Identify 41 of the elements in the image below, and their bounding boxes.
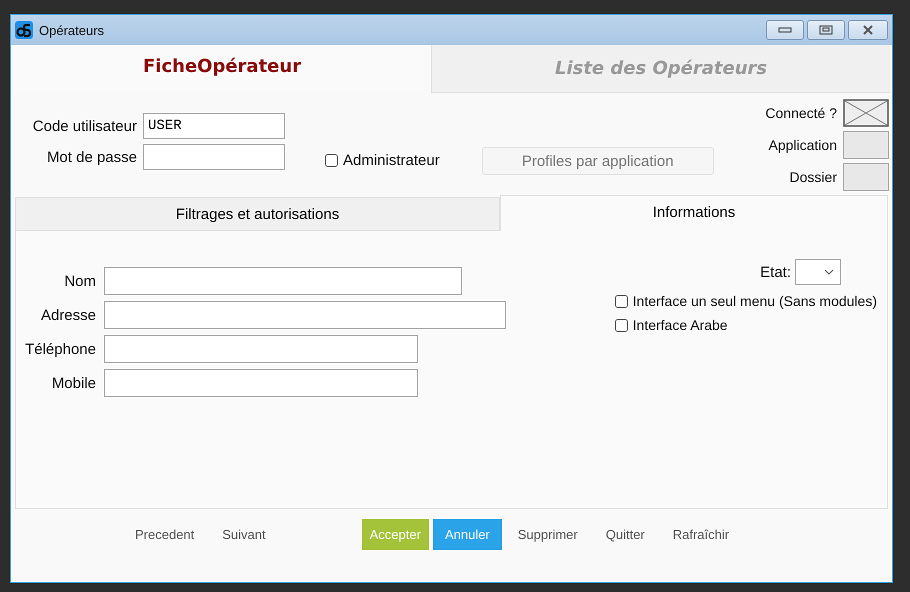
checkbox-label: Interface un seul menu (Sans modules) <box>632 293 877 309</box>
checkbox[interactable] <box>325 154 338 167</box>
input-field[interactable]: USER <box>143 113 285 139</box>
maximize-button[interactable] <box>807 20 845 40</box>
field-label: Adresse <box>40 306 96 324</box>
close-button[interactable] <box>848 20 888 40</box>
status-label: Connecté ? <box>765 105 837 121</box>
checkbox[interactable] <box>614 318 628 332</box>
minimize-icon <box>778 26 792 34</box>
chevron-down-icon <box>824 269 834 275</box>
input-field[interactable] <box>104 335 418 363</box>
field-label: Mobile <box>52 374 96 392</box>
maximize-icon <box>819 25 833 35</box>
link-button[interactable]: Rafraîchir <box>660 518 742 550</box>
field-label: Mot de passe <box>46 148 137 166</box>
tab[interactable]: Informations <box>500 195 888 231</box>
input-field[interactable] <box>104 267 462 295</box>
window-title: Opérateurs <box>39 22 104 38</box>
field-label: Etat: <box>760 264 791 280</box>
tab[interactable]: Filtrages et autorisations <box>15 197 500 231</box>
link-button[interactable]: Suivant <box>210 518 278 550</box>
app-logo-icon <box>15 21 33 39</box>
input-field[interactable] <box>104 369 418 397</box>
input-field[interactable] <box>104 301 506 329</box>
input-field[interactable] <box>143 144 285 170</box>
field-label: Téléphone <box>25 340 96 358</box>
link-button[interactable]: Precedent <box>123 518 206 550</box>
minimize-button[interactable] <box>766 20 804 40</box>
checkbox[interactable] <box>614 294 628 308</box>
crossed-box-icon <box>843 99 889 127</box>
field-label: Code utilisateur <box>32 118 137 134</box>
status-box <box>843 131 889 159</box>
close-icon <box>862 25 874 35</box>
field-label: Nom <box>64 272 96 290</box>
checkbox-label: Administrateur <box>343 152 440 169</box>
link-button[interactable]: Quitter <box>594 518 657 550</box>
status-label: Application <box>768 137 837 153</box>
link-button[interactable]: Supprimer <box>506 518 590 550</box>
status-label: Dossier <box>790 169 837 185</box>
status-box <box>843 163 889 191</box>
checkbox-label: Interface Arabe <box>632 317 728 333</box>
